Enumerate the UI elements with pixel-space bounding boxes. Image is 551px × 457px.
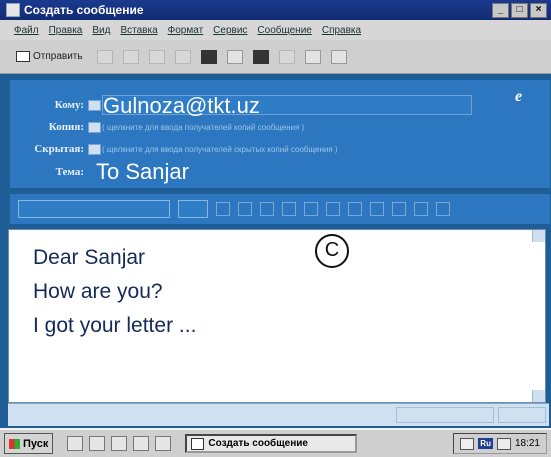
network-icon[interactable] xyxy=(460,437,475,450)
body-line: Dear Sanjar xyxy=(33,246,146,269)
menu-file[interactable]: Файл xyxy=(14,25,39,36)
bold-icon[interactable] xyxy=(238,202,252,216)
numbered-list-icon[interactable] xyxy=(326,202,340,216)
menu-message[interactable]: Сообщение xyxy=(257,25,311,36)
address-book-icon[interactable] xyxy=(88,122,101,133)
font-size-select[interactable] xyxy=(178,200,208,218)
encrypt-icon[interactable] xyxy=(330,49,347,64)
menu-insert[interactable]: Вставка xyxy=(120,25,157,36)
increase-indent-icon[interactable] xyxy=(392,202,406,216)
quick-launch-icon[interactable] xyxy=(155,436,172,451)
start-button[interactable]: Пуск xyxy=(4,433,54,454)
spelling-icon[interactable] xyxy=(226,49,243,64)
toolbar: Отправить xyxy=(0,40,551,74)
underline-icon[interactable] xyxy=(282,202,296,216)
windows-logo-icon xyxy=(9,438,20,449)
font-color-icon[interactable] xyxy=(304,202,318,216)
cc-field[interactable]: ( щелкните для ввода получателей копий с… xyxy=(102,123,304,132)
undo-icon[interactable] xyxy=(174,49,191,64)
to-field[interactable]: Gulnoza@tkt.uz xyxy=(102,93,472,118)
task-label: Создать сообщение xyxy=(208,438,308,449)
status-panel xyxy=(498,407,546,423)
priority-icon[interactable] xyxy=(278,49,295,64)
align-left-icon[interactable] xyxy=(414,202,428,216)
start-label: Пуск xyxy=(23,437,49,450)
ie-logo-icon: e xyxy=(515,88,523,105)
status-panel xyxy=(396,407,494,423)
paragraph-style-icon[interactable] xyxy=(216,202,230,216)
formatting-toolbar xyxy=(10,194,550,224)
language-indicator[interactable]: Ru xyxy=(478,438,493,449)
body-line: How are you? xyxy=(33,280,163,303)
sign-icon[interactable] xyxy=(304,49,321,64)
message-header: e Кому: Gulnoza@tkt.uz Копия: ( щелкните… xyxy=(10,80,550,188)
menu-view[interactable]: Вид xyxy=(92,25,110,36)
minimize-button[interactable]: _ xyxy=(492,3,509,18)
new-message-icon xyxy=(191,437,205,450)
italic-icon[interactable] xyxy=(260,202,274,216)
cc-label: Копия: xyxy=(48,121,84,133)
body-line: I got your letter ... xyxy=(33,314,197,337)
desktop-icon[interactable] xyxy=(67,436,84,451)
message-body[interactable]: Dear Sanjar How are you? I got your lett… xyxy=(8,229,546,403)
scroll-down-button[interactable] xyxy=(532,390,545,402)
subject-label: Тема: xyxy=(55,166,84,178)
channels-icon[interactable] xyxy=(133,436,150,451)
font-select[interactable] xyxy=(18,200,170,218)
window-title: Создать сообщение xyxy=(24,3,144,17)
send-button-label: Отправить xyxy=(33,51,83,62)
bcc-label: Скрытая: xyxy=(34,143,84,155)
maximize-button[interactable]: □ xyxy=(511,3,528,18)
menu-tools[interactable]: Сервис xyxy=(213,25,247,36)
title-bar: Создать сообщение _ □ × xyxy=(0,0,551,20)
close-button[interactable]: × xyxy=(530,3,547,18)
send-icon xyxy=(16,51,30,62)
taskbar: Пуск Создать сообщение Ru 18:21 xyxy=(0,428,551,457)
menu-format[interactable]: Формат xyxy=(168,25,204,36)
address-book-icon[interactable] xyxy=(88,144,101,155)
clock: 18:21 xyxy=(514,438,540,449)
system-tray: Ru 18:21 xyxy=(453,433,547,454)
volume-icon[interactable] xyxy=(496,437,511,450)
address-book-icon[interactable] xyxy=(88,100,101,111)
send-button[interactable]: Отправить xyxy=(12,49,87,64)
menu-help[interactable]: Справка xyxy=(322,25,361,36)
menu-edit[interactable]: Правка xyxy=(49,25,83,36)
paste-icon[interactable] xyxy=(148,49,165,64)
align-center-icon[interactable] xyxy=(436,202,450,216)
check-names-icon[interactable] xyxy=(200,49,217,64)
decrease-indent-icon[interactable] xyxy=(370,202,384,216)
attach-icon[interactable] xyxy=(252,49,269,64)
new-message-icon xyxy=(6,3,20,17)
status-bar xyxy=(8,403,549,426)
task-new-message[interactable]: Создать сообщение xyxy=(185,434,358,453)
subject-field[interactable]: To Sanjar xyxy=(96,159,189,185)
outlook-express-icon[interactable] xyxy=(89,436,106,451)
bcc-field[interactable]: ( щелкните для ввода получателей скрытых… xyxy=(102,145,338,154)
circle-c-marker: C xyxy=(315,234,349,268)
copy-icon[interactable] xyxy=(122,49,139,64)
window-controls: _ □ × xyxy=(492,3,547,18)
to-label: Кому: xyxy=(54,99,84,111)
to-value: Gulnoza@tkt.uz xyxy=(103,93,260,118)
internet-explorer-icon[interactable] xyxy=(111,436,128,451)
menu-bar: Файл Правка Вид Вставка Формат Сервис Со… xyxy=(0,20,551,40)
scroll-up-button[interactable] xyxy=(532,230,545,242)
bulleted-list-icon[interactable] xyxy=(348,202,362,216)
cut-icon[interactable] xyxy=(96,49,113,64)
